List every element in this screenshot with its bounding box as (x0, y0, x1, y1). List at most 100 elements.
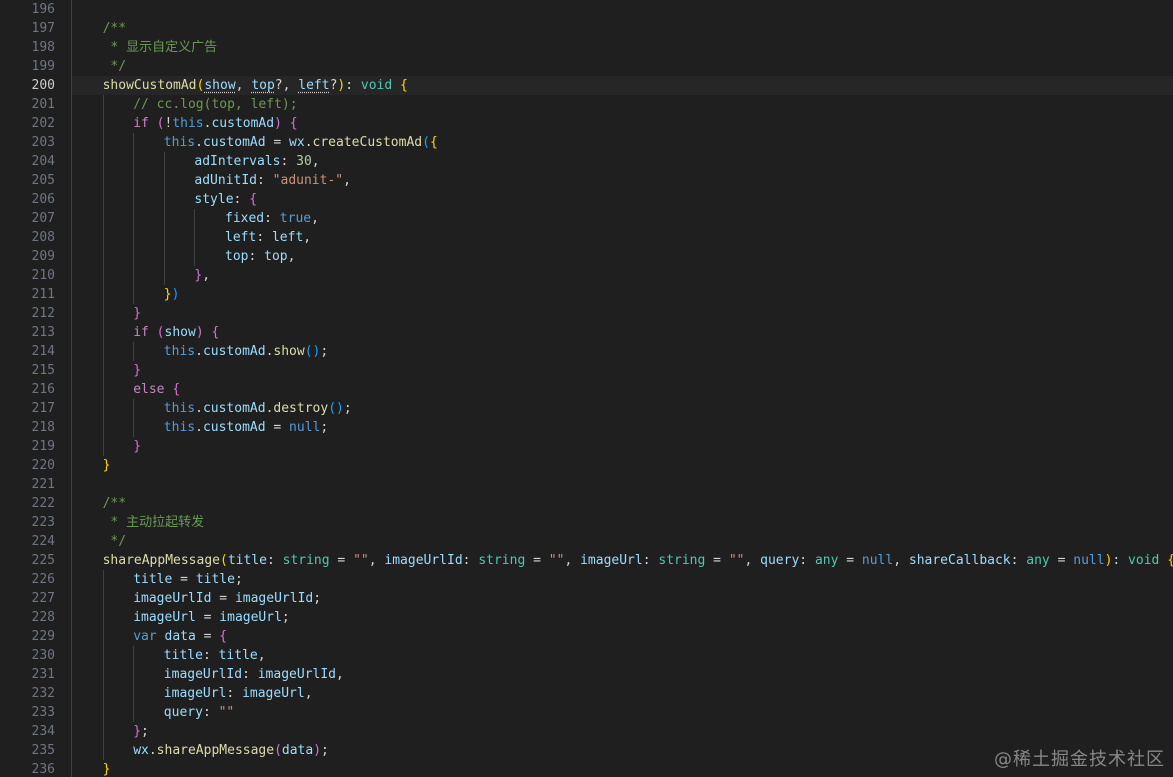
code-line[interactable]: title: title, (72, 646, 1173, 665)
indent-guide (194, 228, 196, 247)
indent-guide (133, 665, 135, 684)
code-line-content: /** (103, 19, 126, 38)
code-line[interactable] (72, 0, 1173, 19)
code-line-content: this.customAd.show(); (164, 342, 328, 361)
code-token: = (838, 553, 862, 568)
code-line[interactable]: }) (72, 285, 1173, 304)
code-line[interactable]: this.customAd.show(); (72, 342, 1173, 361)
code-line[interactable]: this.customAd = wx.createCustomAd({ (72, 133, 1173, 152)
code-token: imageUrlId (234, 591, 314, 606)
code-token: * 主动拉起转发 (102, 515, 205, 530)
indent-guide (102, 608, 104, 627)
code-token: left (271, 230, 304, 245)
code-line-content: }; (133, 722, 149, 741)
code-line[interactable]: /** (72, 19, 1173, 38)
code-line[interactable]: this.customAd = null; (72, 418, 1173, 437)
code-token: : (256, 230, 272, 245)
code-line[interactable]: */ (72, 532, 1173, 551)
code-token: ( (274, 743, 282, 758)
indent-guide (102, 266, 104, 285)
indent-guide (102, 304, 104, 323)
line-number: 230 (31, 648, 55, 663)
code-token: customAd (202, 135, 266, 150)
code-line[interactable]: imageUrlId = imageUrlId; (72, 589, 1173, 608)
code-line[interactable]: if (!this.customAd) { (72, 114, 1173, 133)
code-line[interactable]: imageUrl = imageUrl; (72, 608, 1173, 627)
code-line[interactable]: shareAppMessage(title: string = "", imag… (72, 551, 1173, 570)
indent-guide (102, 589, 104, 608)
code-line[interactable]: imageUrlId: imageUrlId, (72, 665, 1173, 684)
code-line[interactable]: fixed: true, (72, 209, 1173, 228)
code-token: ( (156, 325, 165, 340)
code-line[interactable]: } (72, 304, 1173, 323)
code-line[interactable]: var data = { (72, 627, 1173, 646)
indent-guide (194, 209, 196, 228)
indent-guide (133, 133, 135, 152)
code-line[interactable]: } (72, 456, 1173, 475)
code-line[interactable]: * 显示自定义广告 (72, 38, 1173, 57)
code-token: , (304, 686, 313, 701)
code-line[interactable]: this.customAd.destroy(); (72, 399, 1173, 418)
code-line[interactable]: */ (72, 57, 1173, 76)
code-token: customAd (202, 420, 266, 435)
code-line-content: /** (103, 494, 126, 513)
code-token: : (248, 249, 265, 264)
code-area[interactable]: /** * 显示自定义广告 */showCustomAd(show, top?,… (72, 0, 1173, 777)
line-number: 224 (31, 534, 55, 549)
code-line-content: else { (133, 380, 180, 399)
code-line[interactable]: adIntervals: 30, (72, 152, 1173, 171)
code-line[interactable]: // cc.log(top, left); (72, 95, 1173, 114)
indent-guide (102, 665, 104, 684)
code-line[interactable]: left: left, (72, 228, 1173, 247)
code-line[interactable]: adUnitId: "adunit-", (72, 171, 1173, 190)
code-token: , (235, 78, 252, 93)
code-token: destroy (273, 401, 329, 416)
code-line-content: query: "" (164, 703, 234, 722)
code-line[interactable]: top: top, (72, 247, 1173, 266)
code-line[interactable]: * 主动拉起转发 (72, 513, 1173, 532)
code-line[interactable]: } (72, 437, 1173, 456)
code-line[interactable]: title = title; (72, 570, 1173, 589)
indent-guide (102, 190, 104, 209)
code-line-content: */ (103, 532, 126, 551)
code-token: "" (353, 553, 369, 568)
indent-guide (133, 703, 135, 722)
code-line[interactable]: }; (72, 722, 1173, 741)
code-line-content: * 显示自定义广告 (103, 38, 217, 57)
code-line[interactable]: showCustomAd(show, top?, left?): void { (72, 76, 1173, 95)
code-line[interactable]: style: { (72, 190, 1173, 209)
code-token: /** (102, 21, 127, 36)
code-token: this (163, 401, 196, 416)
code-token: if (133, 325, 149, 340)
line-number: 227 (31, 591, 55, 606)
indent-guide (102, 323, 104, 342)
code-line[interactable]: imageUrl: imageUrl, (72, 684, 1173, 703)
code-line[interactable]: } (72, 361, 1173, 380)
code-token: 30 (296, 154, 312, 169)
indent-guide (102, 285, 104, 304)
code-line[interactable]: query: "" (72, 703, 1173, 722)
code-token: } (133, 306, 142, 321)
code-line[interactable] (72, 475, 1173, 494)
code-line[interactable]: }, (72, 266, 1173, 285)
code-token: if (133, 116, 149, 131)
code-line[interactable]: if (show) { (72, 323, 1173, 342)
line-number: 232 (31, 686, 55, 701)
code-token: shareAppMessage (102, 553, 220, 568)
code-line[interactable]: else { (72, 380, 1173, 399)
code-token: ; (313, 591, 322, 606)
code-line-content: adIntervals: 30, (194, 152, 319, 171)
indent-guide (133, 209, 135, 228)
code-token: : (226, 686, 243, 701)
indent-guide (102, 380, 104, 399)
code-line-content: fixed: true, (225, 209, 319, 228)
code-token: this (163, 420, 196, 435)
code-token: : (257, 173, 273, 188)
code-editor[interactable]: 196 197 198 199 200 201 202 203 204 205 206 207 208 2… (0, 0, 1173, 777)
indent-guide (163, 228, 165, 247)
line-number: 207 (31, 211, 55, 226)
code-token: /** (102, 496, 127, 511)
code-token: , (311, 154, 320, 169)
code-line[interactable]: /** (72, 494, 1173, 513)
